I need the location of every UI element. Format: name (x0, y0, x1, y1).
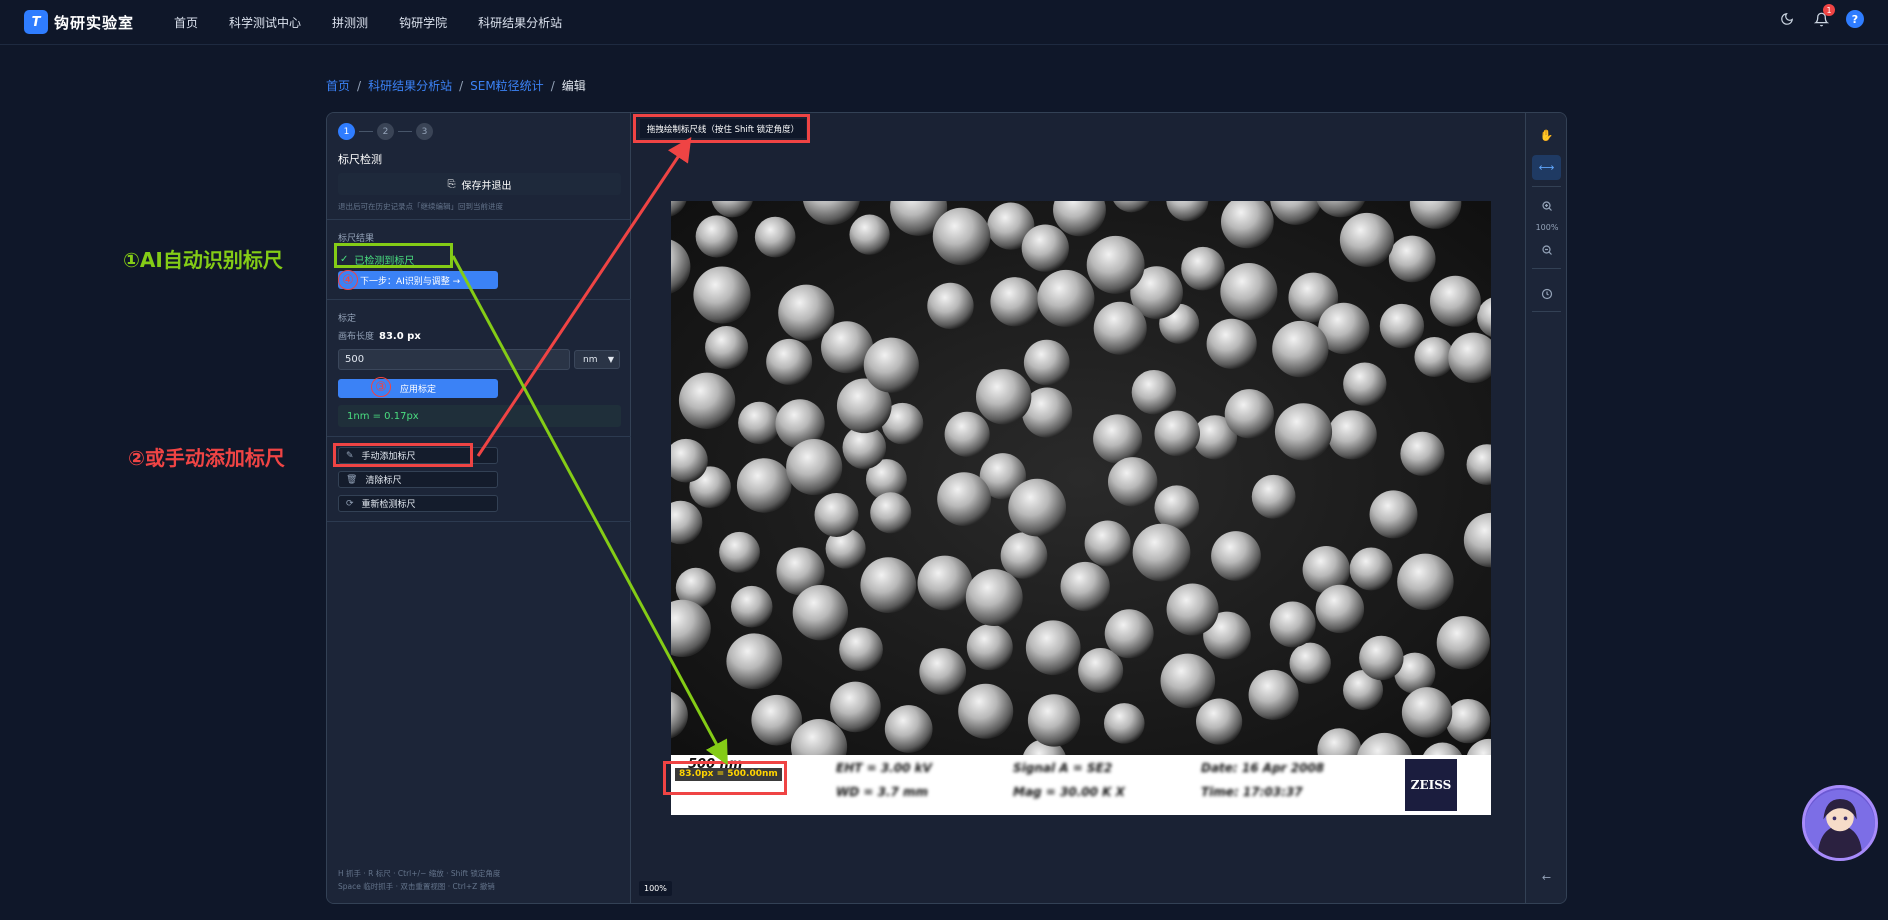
arrow-to-hint (476, 137, 692, 457)
annotation-arrows (451, 137, 728, 766)
arrow-to-scale-tag (451, 255, 728, 766)
assistant-avatar[interactable] (1802, 785, 1878, 861)
assistant-avatar-icon (1805, 789, 1875, 858)
